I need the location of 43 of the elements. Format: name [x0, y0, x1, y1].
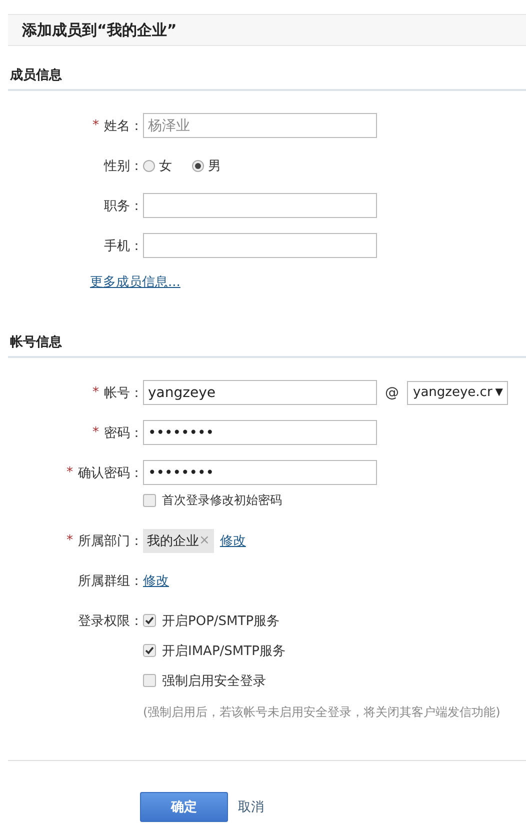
checkbox-icon [143, 644, 156, 657]
radio-option[interactable]: 男 [192, 156, 221, 174]
field-label: 姓名： [104, 118, 143, 134]
section-heading: 帐号信息 [10, 334, 62, 351]
department-tag: 我的企业× [143, 528, 214, 552]
field-label: 职务： [104, 198, 143, 214]
text-field[interactable]: 杨泽业 [143, 113, 377, 138]
field-label: 手机： [104, 238, 143, 254]
field-label: 性别： [104, 158, 143, 174]
text-field[interactable] [143, 233, 377, 258]
dialog-title: 添加成员到“我的企业” [22, 20, 177, 40]
checkbox-icon [143, 674, 156, 687]
hint-text: (强制启用后，若该帐号未启用安全登录，将关闭其客户端发信功能) [143, 704, 500, 721]
field-label: 帐号： [104, 384, 143, 402]
required-mark: * [92, 118, 99, 133]
at-sign: @ [385, 384, 399, 400]
cancel-button[interactable]: 取消 [238, 798, 264, 816]
edit-link[interactable]: 修改 [143, 572, 169, 590]
domain-dropdown[interactable]: yangzeye.cr ▼ [407, 380, 508, 404]
text-field[interactable]: •••••••• [143, 460, 377, 485]
more-info-link[interactable]: 更多成员信息... [90, 275, 180, 290]
text-field[interactable] [143, 193, 377, 218]
confirm-button[interactable]: 确定 [140, 792, 228, 822]
checkbox[interactable]: 首次登录修改初始密码 [143, 490, 282, 510]
checkbox[interactable]: 开启IMAP/SMTP服务 [143, 638, 500, 663]
text-field[interactable]: •••••••• [143, 420, 377, 445]
field-label: 确认密码： [78, 464, 143, 482]
radio-option[interactable]: 女 [143, 156, 172, 174]
checkbox-icon [143, 614, 156, 627]
field-label: 所属群组： [78, 572, 143, 590]
field-label: 密码： [104, 424, 143, 442]
edit-link[interactable]: 修改 [220, 532, 246, 550]
checkbox-icon [143, 494, 156, 507]
required-mark: * [92, 425, 99, 440]
field-label: 所属部门： [78, 532, 143, 550]
account-field[interactable]: yangzeye [143, 380, 377, 405]
section-heading: 成员信息 [10, 67, 62, 84]
checkbox[interactable]: 开启POP/SMTP服务 [143, 608, 500, 633]
field-label: 登录权限： [78, 612, 143, 630]
required-mark: * [92, 385, 99, 400]
checkbox[interactable]: 强制启用安全登录 [143, 668, 500, 693]
required-mark: * [66, 465, 73, 480]
required-mark: * [66, 533, 73, 548]
